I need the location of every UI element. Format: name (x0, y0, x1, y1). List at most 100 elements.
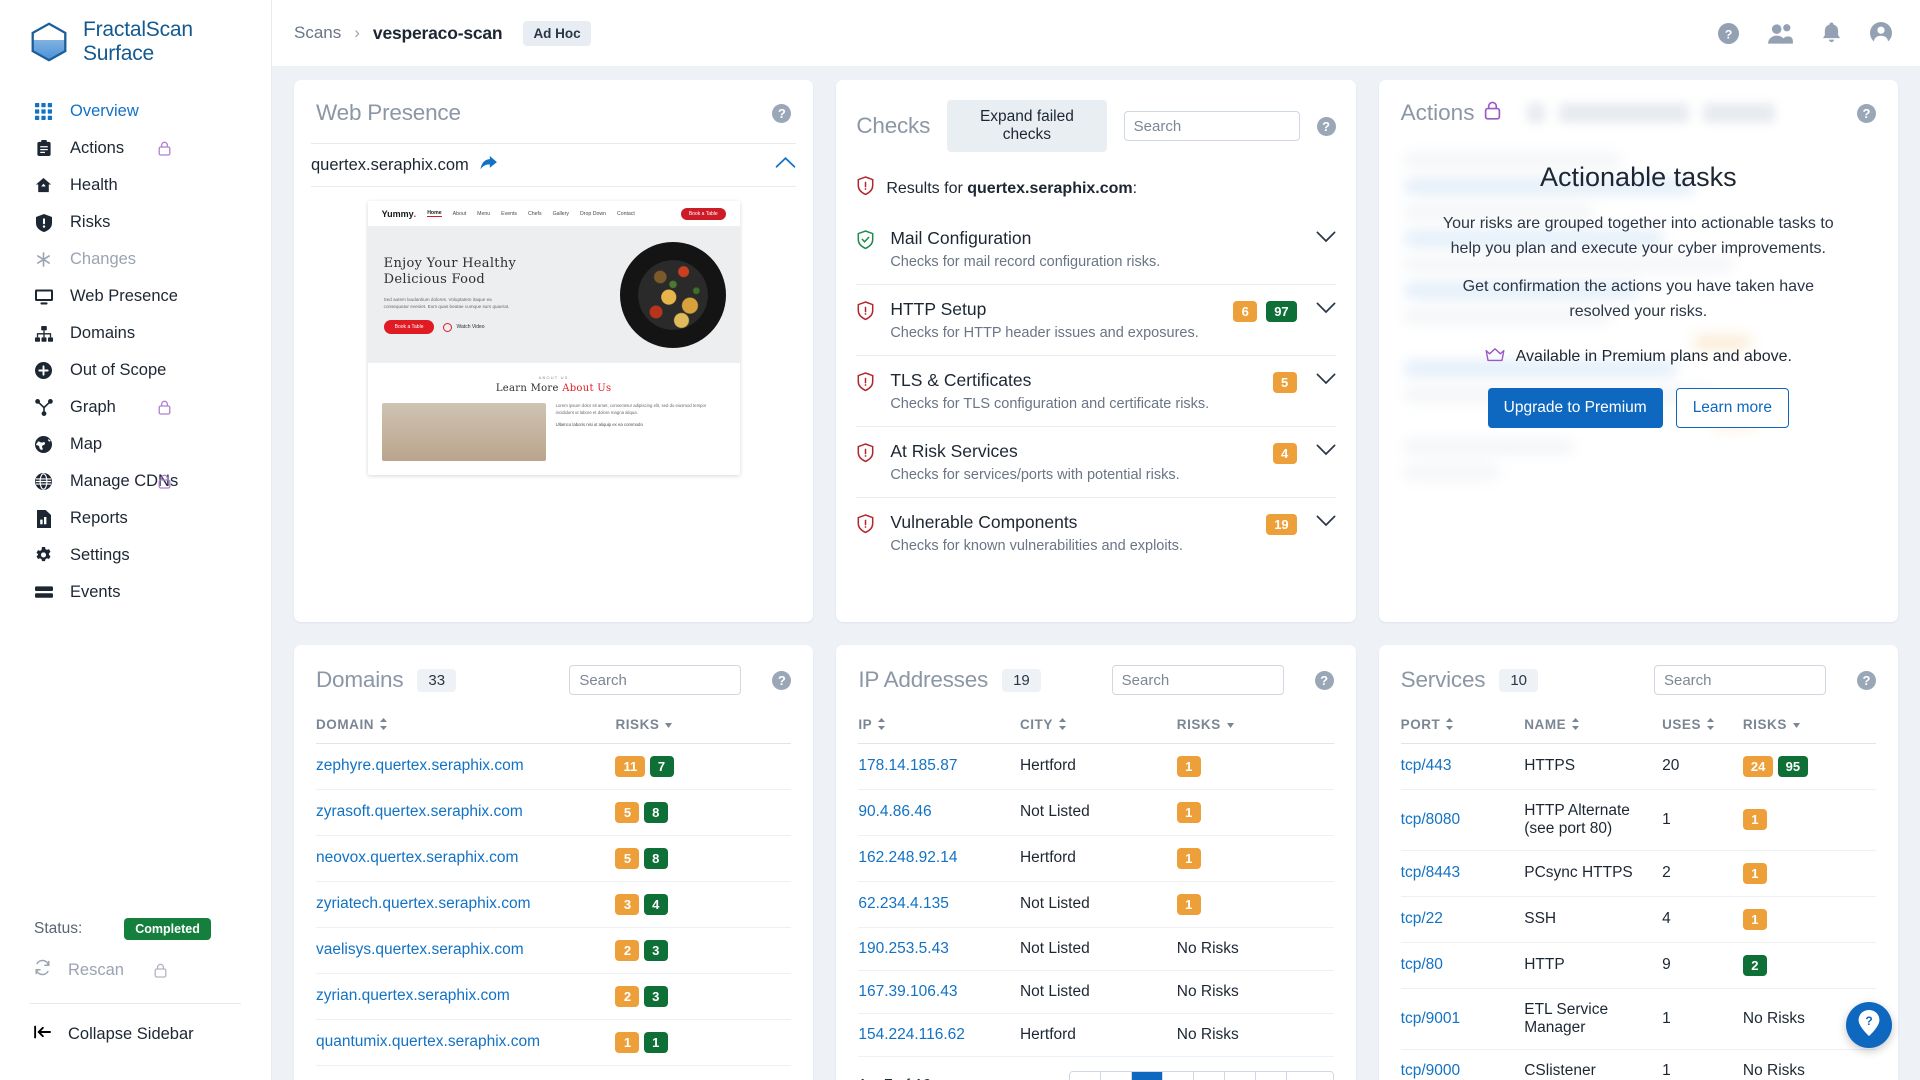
port-link[interactable]: tcp/8443 (1400, 850, 1525, 897)
help-icon[interactable]: ? (772, 670, 792, 690)
sidebar-item-manage-cdns[interactable]: Manage CDNs (0, 463, 271, 500)
column-header-name[interactable]: NAME (1524, 707, 1663, 744)
table-row[interactable]: tcp/80 HTTP 9 2 (1400, 942, 1876, 989)
domain-link[interactable]: neovox.quertex.seraphix.com (316, 835, 616, 882)
check-row-http-setup[interactable]: HTTP Setup Checks for HTTP header issues… (856, 285, 1336, 356)
sidebar-item-web-presence[interactable]: Web Presence (0, 278, 271, 315)
table-row[interactable]: 190.253.5.43 Not Listed No Risks (858, 927, 1334, 971)
table-row[interactable]: zyrian.quertex.seraphix.com 2 3 (316, 973, 792, 1020)
page-3-button[interactable]: 3 (1194, 1071, 1226, 1080)
chevron-down-icon[interactable] (1310, 228, 1336, 243)
sidebar-item-map[interactable]: Map (0, 426, 271, 463)
table-row[interactable]: tcp/22 SSH 4 1 (1400, 896, 1876, 943)
help-icon[interactable]: ? (772, 103, 792, 123)
brand-logo-area[interactable]: FractalScan Surface (0, 0, 271, 79)
sidebar-item-events[interactable]: Events (0, 574, 271, 611)
table-row[interactable]: quantumix.quertex.seraphix.com 1 1 (316, 1019, 792, 1066)
chevron-up-icon[interactable] (775, 156, 796, 174)
table-row[interactable]: tcp/443 HTTPS 20 24 95 (1400, 743, 1876, 790)
bell-icon[interactable] (1822, 22, 1841, 44)
table-row[interactable]: zyrasoft.quertex.seraphix.com 5 8 (316, 789, 792, 836)
learn-more-button[interactable]: Learn more (1675, 387, 1789, 428)
collapse-sidebar-button[interactable]: Collapse Sidebar (0, 1010, 271, 1058)
ip-link[interactable]: 162.248.92.14 (858, 835, 1020, 882)
sidebar-item-graph[interactable]: Graph (0, 389, 271, 426)
domain-link[interactable]: zyrasoft.quertex.seraphix.com (316, 789, 616, 836)
ip-link[interactable]: 62.234.4.135 (858, 881, 1020, 928)
column-header-city[interactable]: CITY (1019, 707, 1177, 744)
ip-link[interactable]: 154.224.116.62 (858, 1013, 1020, 1057)
page-prev-button[interactable]: ‹ (1101, 1071, 1133, 1080)
column-header-ip[interactable]: IP (858, 707, 1020, 744)
check-row-vulnerable-components[interactable]: Vulnerable Components Checks for known v… (856, 498, 1336, 568)
column-header-domain[interactable]: DOMAIN (316, 707, 616, 744)
table-row[interactable]: 178.14.185.87 Hertford 1 (858, 743, 1334, 790)
page-1-button[interactable]: 1 (1132, 1071, 1164, 1080)
web-presence-domain-row[interactable]: quertex.seraphix.com (294, 144, 813, 186)
page-last-button[interactable]: » (1256, 1071, 1288, 1080)
help-fab-button[interactable]: ? (1846, 1002, 1892, 1048)
table-row[interactable]: 162.248.92.14 Hertford 1 (858, 835, 1334, 882)
sidebar-item-domains[interactable]: Domains (0, 315, 271, 352)
ip-link[interactable]: 90.4.86.46 (858, 789, 1020, 836)
page-2-button[interactable]: 2 (1163, 1071, 1195, 1080)
page-first-button[interactable]: « (1070, 1071, 1102, 1080)
table-row[interactable]: 167.39.106.43 Not Listed No Risks (858, 970, 1334, 1014)
table-row[interactable]: 154.224.116.62 Hertford No Risks (858, 1013, 1334, 1057)
ip-search-input[interactable] (1111, 665, 1284, 695)
sidebar-item-actions[interactable]: Actions (0, 130, 271, 167)
sidebar-item-out-of-scope[interactable]: Out of Scope (0, 352, 271, 389)
port-link[interactable]: tcp/9001 (1400, 988, 1525, 1050)
table-row[interactable]: neovox.quertex.seraphix.com 5 8 (316, 835, 792, 882)
ip-link[interactable]: 178.14.185.87 (858, 743, 1020, 790)
sidebar-item-overview[interactable]: Overview (0, 93, 271, 130)
breadcrumb-scans[interactable]: Scans (294, 23, 341, 43)
help-icon[interactable]: ? (1856, 670, 1876, 690)
page-size-select[interactable]: 7 (1287, 1071, 1333, 1080)
port-link[interactable]: tcp/22 (1400, 896, 1525, 943)
chevron-down-icon[interactable] (1310, 441, 1336, 456)
domain-link[interactable]: quantumix.quertex.seraphix.com (316, 1019, 616, 1066)
port-link[interactable]: tcp/8080 (1400, 789, 1525, 851)
ip-link[interactable]: 190.253.5.43 (858, 927, 1020, 971)
page-next-button[interactable]: › (1225, 1071, 1257, 1080)
website-screenshot[interactable]: Yummy. Home About Menu Events Chefs Gall… (367, 201, 740, 475)
column-header-risks[interactable]: RISKS (615, 707, 792, 744)
help-icon[interactable]: ? (1314, 670, 1334, 690)
port-link[interactable]: tcp/9000 (1400, 1049, 1525, 1080)
chevron-down-icon[interactable] (1310, 370, 1336, 385)
check-row-tls-certificates[interactable]: TLS & Certificates Checks for TLS config… (856, 356, 1336, 427)
column-header-risks[interactable]: RISKS (1176, 707, 1334, 744)
port-link[interactable]: tcp/443 (1400, 743, 1525, 790)
table-row[interactable]: zyriatech.quertex.seraphix.com 3 4 (316, 881, 792, 928)
services-search-input[interactable] (1653, 665, 1826, 695)
domain-link[interactable]: zyriatech.quertex.seraphix.com (316, 881, 616, 928)
table-row[interactable]: vaelisys.quertex.seraphix.com 2 3 (316, 927, 792, 974)
domain-link[interactable]: vaelisys.quertex.seraphix.com (316, 927, 616, 974)
sidebar-item-changes[interactable]: Changes (0, 241, 271, 278)
column-header-uses[interactable]: USES (1662, 707, 1743, 744)
column-header-port[interactable]: PORT (1400, 707, 1525, 744)
help-icon[interactable]: ? (1856, 103, 1876, 123)
table-row[interactable]: tcp/9001 ETL Service Manager 1 No Risks (1400, 988, 1876, 1050)
account-icon[interactable] (1870, 22, 1892, 44)
ip-link[interactable]: 167.39.106.43 (858, 970, 1020, 1014)
external-link-icon[interactable] (480, 155, 497, 175)
domain-link[interactable]: zyrian.quertex.seraphix.com (316, 973, 616, 1020)
table-row[interactable]: 62.234.4.135 Not Listed 1 (858, 881, 1334, 928)
domain-link[interactable]: zephyre.quertex.seraphix.com (316, 743, 616, 790)
table-row[interactable]: 90.4.86.46 Not Listed 1 (858, 789, 1334, 836)
chevron-down-icon[interactable] (1310, 512, 1336, 527)
check-row-at-risk-services[interactable]: At Risk Services Checks for services/por… (856, 427, 1336, 498)
sidebar-item-settings[interactable]: Settings (0, 537, 271, 574)
sidebar-item-risks[interactable]: Risks (0, 204, 271, 241)
rescan-button[interactable]: Rescan (0, 949, 271, 991)
chevron-down-icon[interactable] (1310, 299, 1336, 314)
check-row-mail-configuration[interactable]: Mail Configuration Checks for mail recor… (856, 214, 1336, 285)
domains-search-input[interactable] (569, 665, 742, 695)
table-row[interactable]: zephyre.quertex.seraphix.com 11 7 (316, 743, 792, 790)
table-row[interactable]: tcp/9000 CSlistener 1 No Risks (1400, 1049, 1876, 1080)
sidebar-item-health[interactable]: Health (0, 167, 271, 204)
table-row[interactable]: tcp/8080 HTTP Alternate (see port 80) 1 1 (1400, 789, 1876, 851)
users-icon[interactable] (1768, 23, 1793, 44)
